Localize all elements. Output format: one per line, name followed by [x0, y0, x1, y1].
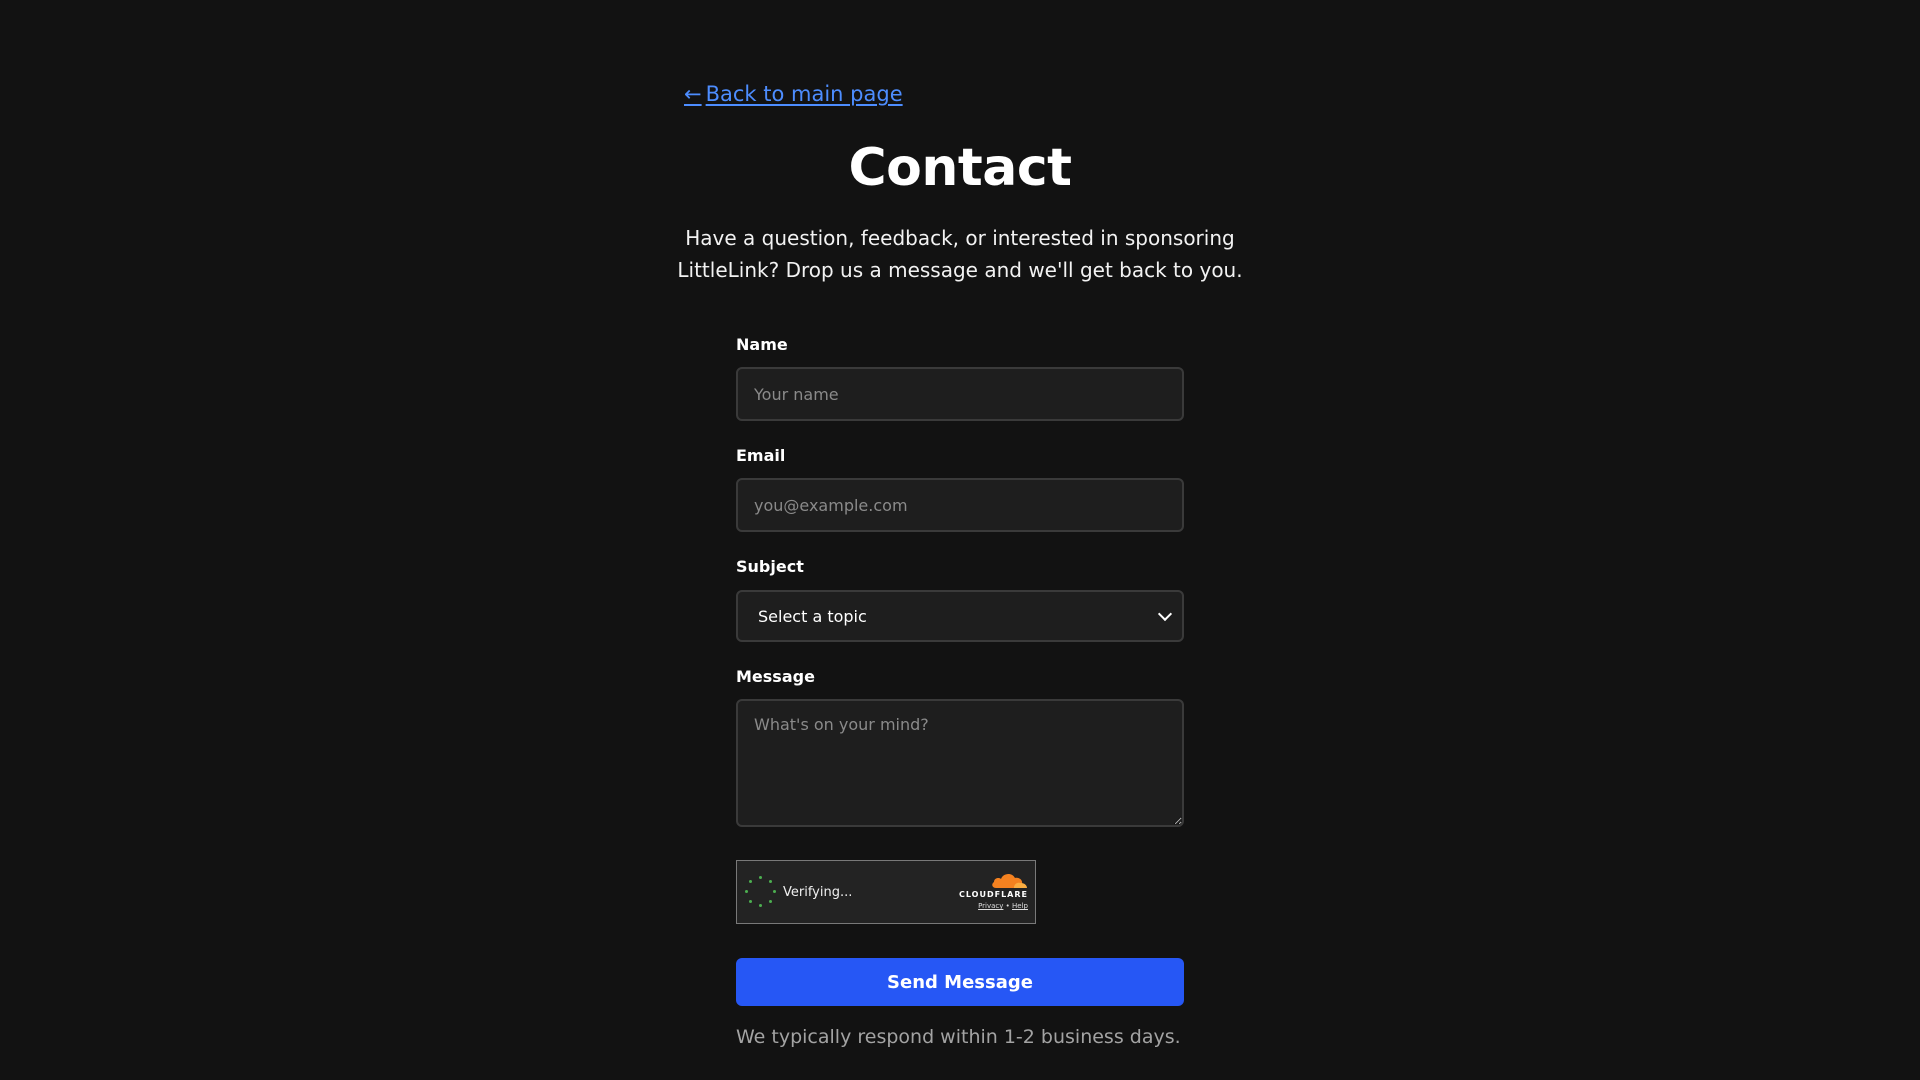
chevron-down-icon [1157, 606, 1173, 622]
name-label: Name [736, 335, 788, 354]
name-input[interactable] [736, 367, 1184, 421]
subject-label: Subject [736, 557, 804, 576]
intro-text: Have a question, feedback, or interested… [677, 226, 1243, 282]
back-link-label: Back to main page [705, 82, 903, 106]
back-to-main-link[interactable]: ← Back to main page [684, 82, 903, 106]
message-textarea[interactable] [736, 699, 1184, 827]
cloudflare-turnstile-widget[interactable]: Verifying... CLOUDFLARE Privacy • Help [736, 860, 1036, 924]
email-label: Email [736, 446, 786, 465]
cloudflare-branding: CLOUDFLARE Privacy • Help [948, 871, 1028, 910]
response-time-note: We typically respond within 1-2 business… [736, 1026, 1181, 1048]
contact-page: ← Back to main page Contact Have a questi… [0, 0, 1920, 1080]
cloudflare-logo-icon [992, 873, 1027, 888]
cloudflare-wordmark: CLOUDFLARE [959, 890, 1028, 899]
privacy-link[interactable]: Privacy [978, 902, 1003, 910]
loading-spinner-icon [745, 876, 777, 908]
captcha-links: Privacy • Help [948, 902, 1028, 910]
send-message-button[interactable]: Send Message [736, 958, 1184, 1006]
message-label: Message [736, 667, 815, 686]
help-link[interactable]: Help [1012, 902, 1028, 910]
subject-select[interactable]: Select a topic [736, 590, 1184, 642]
link-separator: • [1005, 902, 1010, 910]
email-input[interactable] [736, 478, 1184, 532]
page-title: Contact [848, 138, 1072, 198]
subject-selected-value: Select a topic [758, 606, 867, 626]
back-arrow-icon: ← [684, 82, 702, 106]
captcha-status: Verifying... [783, 884, 853, 900]
